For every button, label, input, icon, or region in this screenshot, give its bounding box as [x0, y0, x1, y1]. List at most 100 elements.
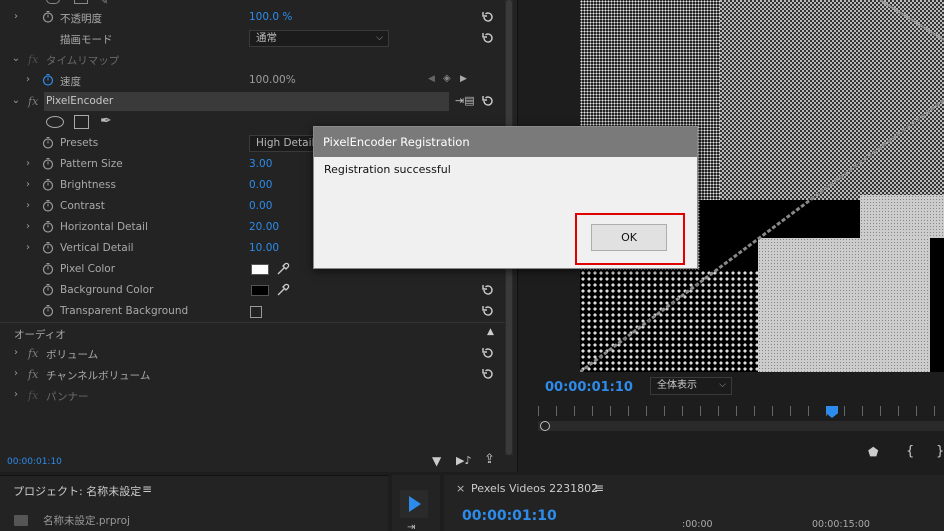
- reset-icon[interactable]: [481, 31, 495, 45]
- rectangle-mask-icon[interactable]: [74, 115, 89, 129]
- row-volume: › fx ボリューム: [0, 343, 505, 364]
- sequence-tab[interactable]: Pexels Videos 2231802: [471, 482, 598, 495]
- mark-in-icon[interactable]: {: [906, 444, 914, 459]
- stopwatch-icon[interactable]: [42, 199, 54, 212]
- play-audio-icon[interactable]: ▶♪: [456, 454, 471, 467]
- fx-icon: fx: [28, 53, 39, 66]
- pattern-size-value[interactable]: 3.00: [249, 158, 272, 170]
- presets-select[interactable]: High Detail: [249, 135, 319, 152]
- expand-chevron-icon[interactable]: ›: [10, 389, 22, 401]
- expand-chevron-icon[interactable]: ⌄: [10, 53, 22, 65]
- effect-options-icon[interactable]: ⇥▤: [455, 94, 475, 107]
- filter-icon[interactable]: ▼: [432, 454, 441, 468]
- zoom-handle[interactable]: [540, 421, 550, 431]
- expand-chevron-icon[interactable]: ›: [10, 347, 22, 359]
- pen-mask-icon[interactable]: ✒: [100, 113, 112, 129]
- project-file-icon: [14, 515, 28, 526]
- next-keyframe-icon[interactable]: ▶: [460, 74, 467, 84]
- fx-icon: fx: [28, 368, 39, 381]
- effects-timecode[interactable]: 00:00:01:10: [7, 457, 62, 467]
- blend-mode-label: 描画モード: [60, 34, 113, 46]
- pixelencoder-label: PixelEncoder: [46, 95, 114, 107]
- tools-panel: ⇥: [392, 475, 440, 531]
- expand-chevron-icon[interactable]: ›: [22, 179, 34, 191]
- expand-chevron-icon[interactable]: ›: [22, 221, 34, 233]
- timeline-panel: × Pexels Videos 2231802 ≡ 00:00:01:10 :0…: [444, 475, 944, 531]
- stopwatch-icon[interactable]: [42, 10, 54, 23]
- collapse-arrow-icon[interactable]: ▲: [487, 327, 494, 337]
- reset-icon[interactable]: [481, 346, 495, 360]
- expand-chevron-icon[interactable]: ›: [22, 200, 34, 212]
- expand-chevron-icon[interactable]: ›: [22, 242, 34, 254]
- brightness-value[interactable]: 0.00: [249, 179, 272, 191]
- time-remap-label: タイムリマップ: [46, 55, 120, 67]
- fx-icon: fx: [28, 389, 39, 402]
- expand-chevron-icon[interactable]: ⌄: [10, 95, 22, 107]
- speed-label: 速度: [60, 76, 81, 88]
- pixel-color-swatch[interactable]: [251, 264, 269, 275]
- eyedropper-icon[interactable]: [276, 262, 290, 276]
- opacity-value[interactable]: 100.0 %: [249, 11, 292, 23]
- vertical-detail-value[interactable]: 10.00: [249, 242, 279, 254]
- reset-icon[interactable]: [481, 367, 495, 381]
- expand-chevron-icon[interactable]: ›: [10, 11, 22, 23]
- stopwatch-icon[interactable]: [42, 178, 54, 191]
- expand-chevron-icon[interactable]: ›: [10, 368, 22, 380]
- stopwatch-active-icon[interactable]: [42, 73, 54, 86]
- volume-label: ボリューム: [46, 349, 99, 361]
- stopwatch-icon[interactable]: [42, 241, 54, 254]
- pen-mask-icon[interactable]: ✎: [100, 0, 108, 7]
- eyedropper-icon[interactable]: [276, 283, 290, 297]
- transparent-background-checkbox[interactable]: [250, 306, 262, 318]
- ellipse-mask-icon[interactable]: [46, 116, 64, 128]
- reset-icon[interactable]: [481, 10, 495, 24]
- row-transparent-background: Transparent Background: [0, 301, 505, 322]
- add-keyframe-icon[interactable]: ◈: [443, 73, 451, 84]
- channel-volume-label: チャンネルボリューム: [46, 370, 151, 382]
- ruler-tick-label: :00:00: [682, 519, 713, 530]
- zoom-select[interactable]: 全体表示 ⌵: [650, 377, 732, 395]
- track-select-icon[interactable]: ⇥: [407, 522, 415, 531]
- project-file-name[interactable]: 名称未設定.prproj: [43, 513, 130, 528]
- opacity-label: 不透明度: [60, 13, 102, 25]
- monitor-scrub-bar[interactable]: [538, 421, 944, 431]
- prev-keyframe-icon[interactable]: ◀: [428, 74, 435, 84]
- ellipse-mask-icon[interactable]: [46, 0, 60, 4]
- presets-label: Presets: [60, 137, 99, 149]
- contrast-value[interactable]: 0.00: [249, 200, 272, 212]
- panel-menu-icon[interactable]: ≡: [142, 482, 152, 496]
- stopwatch-icon[interactable]: [42, 157, 54, 170]
- selection-tool-button[interactable]: [400, 490, 428, 518]
- row-channel-volume: › fx チャンネルボリューム: [0, 364, 505, 385]
- timeline-timecode[interactable]: 00:00:01:10: [462, 508, 557, 524]
- expand-chevron-icon[interactable]: ›: [22, 158, 34, 170]
- row-pixelencoder: ⌄ fx PixelEncoder ⇥▤: [0, 91, 505, 112]
- rectangle-mask-icon[interactable]: [74, 0, 88, 4]
- blend-mode-select[interactable]: 通常 ⌵: [249, 30, 389, 47]
- background-color-swatch[interactable]: [251, 285, 269, 296]
- monitor-timecode[interactable]: 00:00:01:10: [545, 380, 633, 395]
- chevron-down-icon: ⌵: [376, 33, 383, 43]
- reset-icon[interactable]: [481, 283, 495, 297]
- fx-icon[interactable]: fx: [28, 95, 38, 108]
- panel-menu-icon[interactable]: ≡: [594, 481, 604, 495]
- monitor-ruler: [538, 406, 944, 416]
- reset-icon[interactable]: [481, 94, 495, 108]
- close-tab-icon[interactable]: ×: [456, 482, 465, 495]
- horizontal-detail-value[interactable]: 20.00: [249, 221, 279, 233]
- row-opacity: › 不透明度 100.0 %: [0, 7, 505, 28]
- ruler-tick-label: 00:00:15:00: [812, 519, 870, 530]
- expand-chevron-icon[interactable]: ›: [22, 74, 34, 86]
- stopwatch-icon[interactable]: [42, 283, 54, 296]
- reset-icon[interactable]: [481, 304, 495, 318]
- project-tab[interactable]: プロジェクト: 名称未設定: [13, 483, 141, 499]
- export-icon[interactable]: ⇪: [484, 452, 495, 467]
- mark-out-icon[interactable]: }: [936, 444, 944, 459]
- fx-icon: fx: [28, 347, 39, 360]
- stopwatch-icon[interactable]: [42, 220, 54, 233]
- stopwatch-icon[interactable]: [42, 136, 54, 149]
- marker-icon[interactable]: ⬟: [868, 445, 878, 459]
- stopwatch-icon[interactable]: [42, 304, 54, 317]
- speed-value[interactable]: 100.00%: [249, 74, 296, 86]
- stopwatch-icon[interactable]: [42, 262, 54, 275]
